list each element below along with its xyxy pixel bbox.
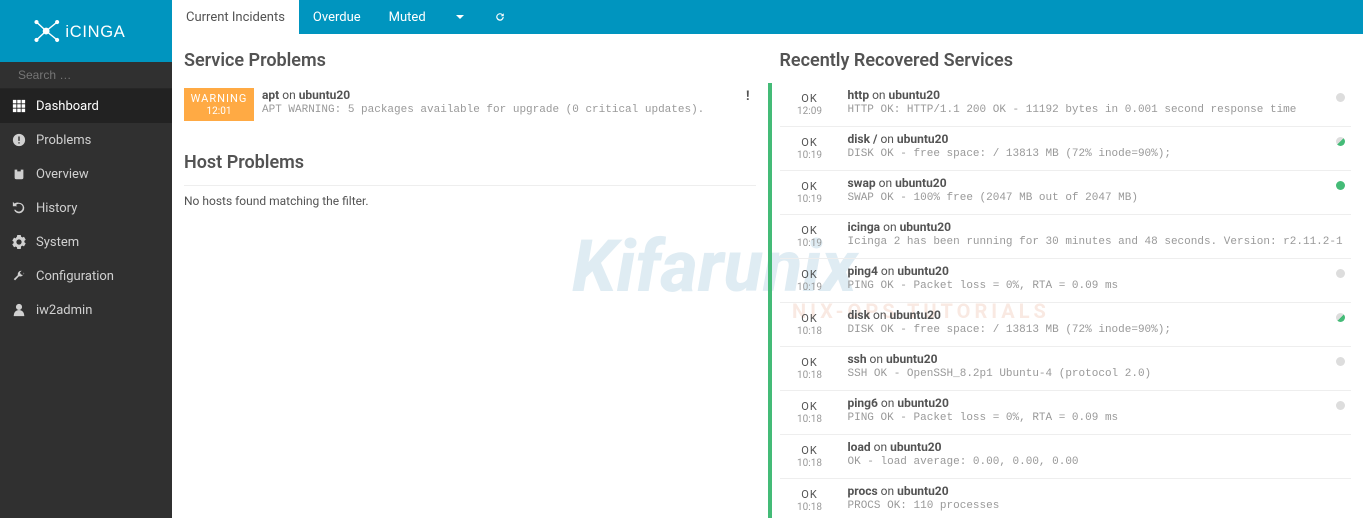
service-title: ping6 on ubuntu20 [848,396,1352,410]
recovered-row[interactable]: OK10:18 procs on ubuntu20 PROCS OK: 110 pr… [780,478,1352,518]
sidebar-item-configuration[interactable]: Configuration [0,259,172,293]
perfdata-dot-icon [1336,269,1345,278]
sidebar-item-iw2admin[interactable]: iw2admin [0,293,172,327]
status-badge: OK10:19 [780,264,840,297]
perfdata-dot-icon [1336,357,1345,366]
status-badge: OK10:19 [780,132,840,165]
status-badge: WARNING12:01 [184,88,254,121]
recovered-row[interactable]: OK10:19 ping4 on ubuntu20 PING OK - Packet… [780,258,1352,302]
recovered-row[interactable]: OK10:18 disk on ubuntu20 DISK OK - free sp… [780,302,1352,346]
service-title: load on ubuntu20 [848,440,1352,454]
user-icon [12,303,26,317]
service-message: DISK OK - free space: / 13813 MB (72% in… [848,148,1352,160]
status-badge: OK10:18 [780,440,840,473]
wrench-icon [12,269,26,283]
service-message: DISK OK - free space: / 13813 MB (72% in… [848,324,1352,336]
status-badge: OK12:09 [780,88,840,121]
refresh-icon[interactable] [480,0,520,34]
status-badge: OK10:19 [780,176,840,209]
service-message: APT WARNING: 5 packages available for up… [262,104,756,116]
sidebar-item-label: System [36,235,79,250]
service-title: http on ubuntu20 [848,88,1352,102]
recovered-heading: Recently Recovered Services [780,50,1352,71]
recovered-row[interactable]: OK12:09 http on ubuntu20 HTTP OK: HTTP/1.1… [780,83,1352,126]
service-message: PING OK - Packet loss = 0%, RTA = 0.09 m… [848,412,1352,424]
recovered-row[interactable]: OK10:19 disk / on ubuntu20 DISK OK - free … [780,126,1352,170]
status-badge: OK10:18 [780,352,840,385]
recovered-row[interactable]: OK10:19 swap on ubuntu20 SWAP OK - 100% fr… [780,170,1352,214]
gears-icon [12,235,26,249]
tab-muted[interactable]: Muted [375,0,440,34]
brand-logo[interactable]: iCINGA [0,0,172,62]
acknowledge-icon[interactable]: ! [746,89,750,104]
host-problems-empty: No hosts found matching the filter. [184,185,756,208]
service-message: PING OK - Packet loss = 0%, RTA = 0.09 m… [848,280,1352,292]
service-message: Icinga 2 has been running for 30 minutes… [848,236,1352,248]
perfdata-dot-icon [1336,93,1345,102]
service-title: procs on ubuntu20 [848,484,1352,498]
service-problems-panel: Service Problems WARNING12:01 apt on ubun… [172,34,768,518]
service-title: swap on ubuntu20 [848,176,1352,190]
svg-text:iCINGA: iCINGA [65,23,125,41]
sidebar-item-system[interactable]: System [0,225,172,259]
sidebar-item-label: iw2admin [36,303,92,318]
status-badge: OK10:19 [780,220,840,253]
recovered-row[interactable]: OK10:18 ssh on ubuntu20 SSH OK - OpenSSH_8… [780,346,1352,390]
perfdata-dot-icon [1336,401,1345,410]
service-title: apt on ubuntu20 [262,88,756,102]
sidebar-item-label: Overview [36,167,89,182]
service-message: PROCS OK: 110 processes [848,500,1352,512]
grid-icon [12,99,26,113]
status-badge: OK10:18 [780,396,840,429]
tab-bar: Current IncidentsOverdueMuted [172,0,1363,34]
dropdown-icon[interactable] [440,0,480,34]
service-problem-row[interactable]: WARNING12:01 apt on ubuntu20 APT WARNING: … [184,83,756,126]
perfdata-dot-icon [1336,181,1345,190]
status-badge: OK10:18 [780,308,840,341]
search-bar [0,62,172,89]
service-message: SWAP OK - 100% free (2047 MB out of 2047… [848,192,1352,204]
sidebar-item-overview[interactable]: Overview [0,157,172,191]
recovered-row[interactable]: OK10:18 load on ubuntu20 OK - load average… [780,434,1352,478]
recovered-row[interactable]: OK10:19 icinga on ubuntu20 Icinga 2 has be… [780,214,1352,258]
sidebar-item-label: Dashboard [36,99,99,114]
binoculars-icon [12,167,26,181]
recovered-row[interactable]: OK10:18 ping6 on ubuntu20 PING OK - Packet… [780,390,1352,434]
service-title: disk / on ubuntu20 [848,132,1352,146]
perfdata-dot-icon [1336,313,1345,322]
host-problems-heading: Host Problems [184,152,756,173]
history-icon [12,201,26,215]
sidebar-item-problems[interactable]: Problems [0,123,172,157]
status-badge: OK10:18 [780,484,840,517]
sidebar: iCINGA Dashboard Problems Overview History S… [0,0,172,518]
service-title: disk on ubuntu20 [848,308,1352,322]
perfdata-dot-icon [1336,137,1345,146]
service-title: ssh on ubuntu20 [848,352,1352,366]
sidebar-item-history[interactable]: History [0,191,172,225]
sidebar-item-label: Configuration [36,269,114,284]
service-message: OK - load average: 0.00, 0.00, 0.00 [848,456,1352,468]
service-title: icinga on ubuntu20 [848,220,1352,234]
sidebar-item-label: Problems [36,133,91,148]
service-message: HTTP OK: HTTP/1.1 200 OK - 11192 bytes i… [848,104,1352,116]
sidebar-item-label: History [36,201,77,216]
alert-icon [12,133,26,147]
sidebar-item-dashboard[interactable]: Dashboard [0,89,172,123]
service-title: ping4 on ubuntu20 [848,264,1352,278]
search-input[interactable] [18,68,173,82]
tab-current-incidents[interactable]: Current Incidents [172,0,299,34]
tab-overdue[interactable]: Overdue [299,0,375,34]
recovered-panel: Recently Recovered Services OK12:09 http … [768,34,1363,518]
service-message: SSH OK - OpenSSH_8.2p1 Ubuntu-4 (protoco… [848,368,1352,380]
service-problems-heading: Service Problems [184,50,756,71]
